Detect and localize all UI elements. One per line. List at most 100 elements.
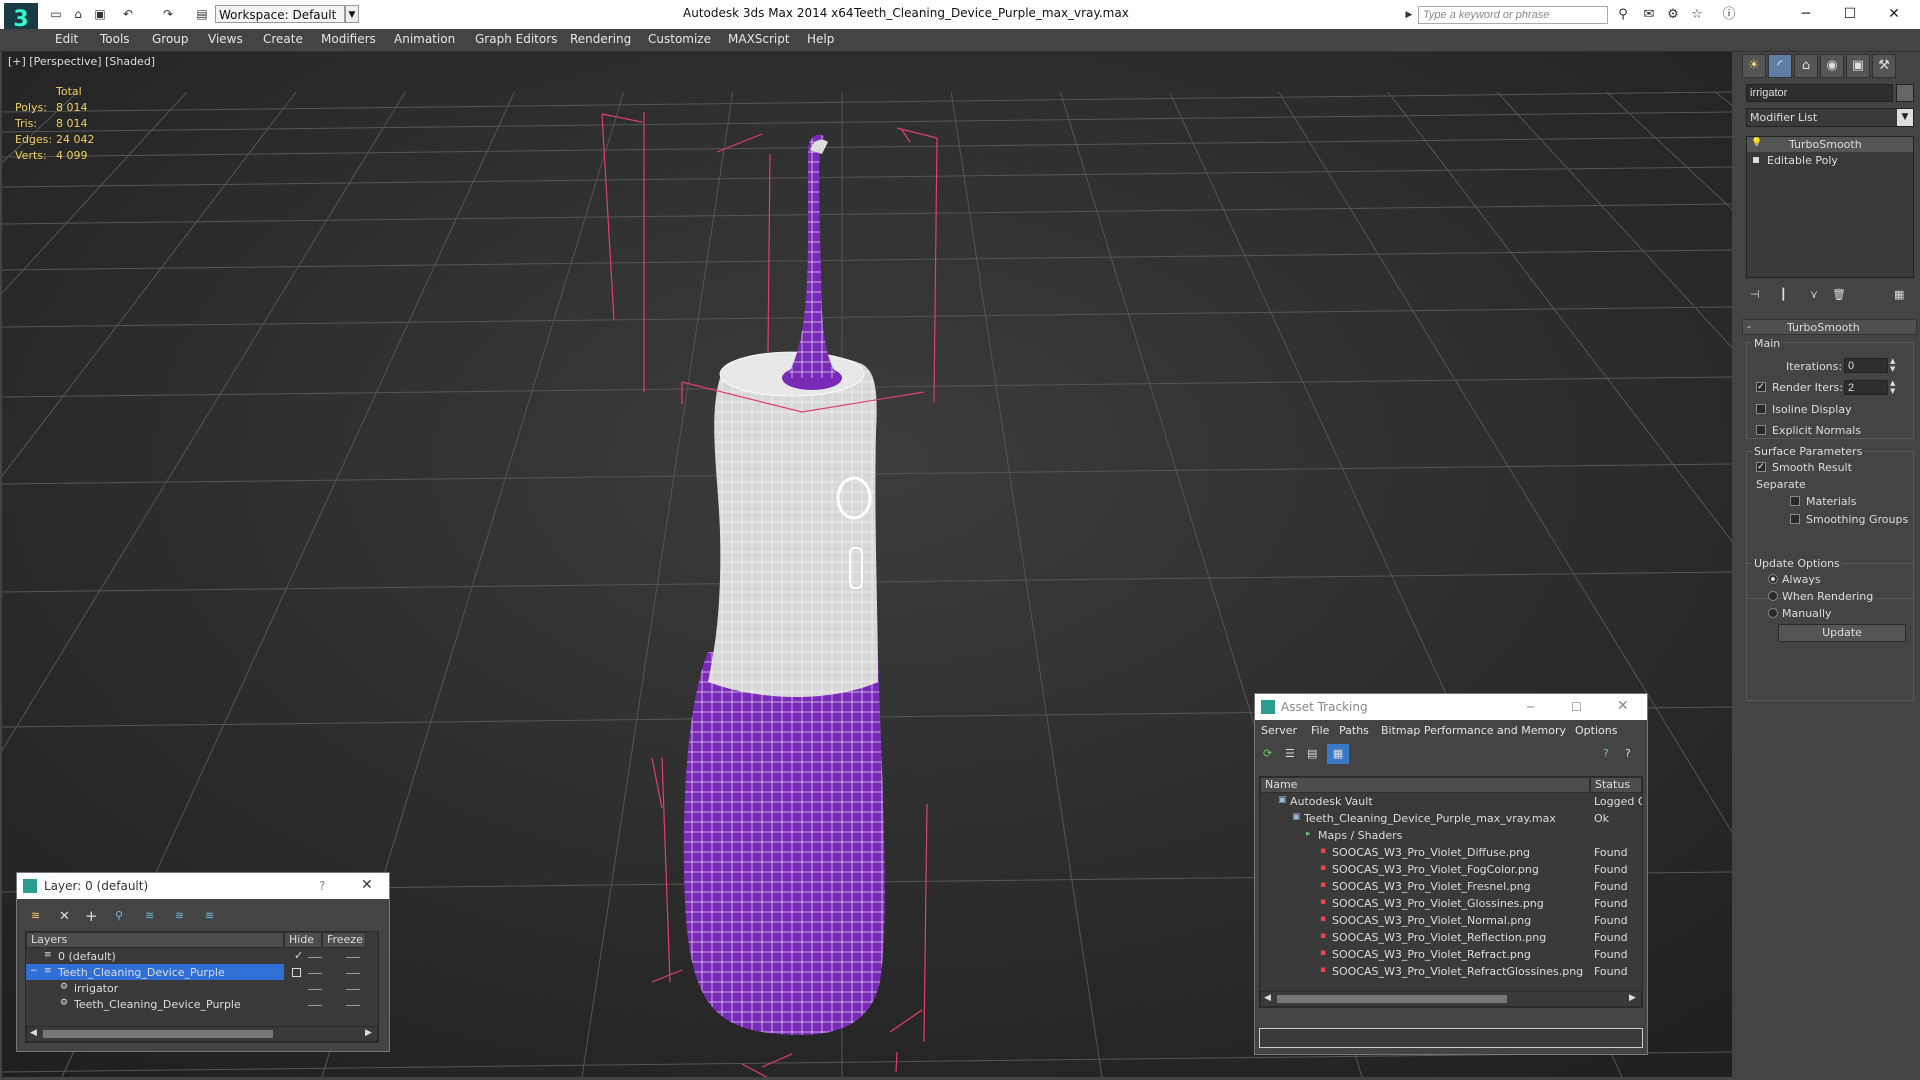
redo-icon[interactable]: ↷ — [160, 6, 176, 22]
scroll-left-icon[interactable]: ◀ — [30, 1028, 37, 1038]
asset-menu-bitmap-performance[interactable]: Bitmap Performance and Memory — [1381, 724, 1566, 737]
always-radio[interactable] — [1768, 574, 1778, 584]
workspace-dropdown[interactable]: Workspace: Default — [215, 5, 345, 23]
save-file-icon[interactable]: ▣ — [92, 6, 108, 22]
menu-customize[interactable]: Customize — [648, 32, 711, 46]
asset-row[interactable]: ▪ SOOCAS_W3_Pro_Violet_Fresnel.png Found — [1260, 878, 1642, 895]
new-file-icon[interactable]: ▭ — [48, 6, 64, 22]
highlight-layer-icon[interactable]: ≋ — [145, 909, 154, 922]
stack-item-label[interactable]: Editable Poly — [1767, 154, 1838, 167]
stack-item-selected[interactable]: 💡 TurboSmooth — [1747, 137, 1913, 152]
menu-create[interactable]: Create — [263, 32, 303, 46]
remove-modifier-icon[interactable]: 🗑 — [1832, 288, 1846, 301]
maximize-icon[interactable]: ☐ — [1571, 700, 1582, 714]
hide-toggle[interactable] — [308, 989, 322, 990]
freeze-all-icon[interactable]: ≋ — [205, 909, 214, 922]
horizontal-scrollbar[interactable]: ◀ ▶ — [26, 1026, 378, 1042]
asset-dialog-titlebar[interactable]: Asset Tracking ─ ☐ ✕ — [1255, 694, 1647, 720]
asset-name[interactable]: Maps / Shaders — [1318, 829, 1402, 842]
menu-graph-editors[interactable]: Graph Editors — [475, 32, 557, 46]
hide-toggle[interactable] — [308, 973, 322, 974]
asset-menu-paths[interactable]: Paths — [1339, 724, 1369, 737]
minimize-icon[interactable]: ─ — [1786, 2, 1826, 26]
horizontal-scrollbar[interactable]: ◀ ▶ — [1260, 991, 1642, 1007]
asset-name[interactable]: SOOCAS_W3_Pro_Violet_Reflection.png — [1332, 931, 1546, 944]
asset-name[interactable]: Teeth_Cleaning_Device_Purple_max_vray.ma… — [1304, 812, 1556, 825]
freeze-toggle[interactable] — [346, 973, 360, 974]
show-end-result-icon[interactable]: ┃ — [1780, 288, 1787, 301]
close-icon[interactable]: ✕ — [361, 877, 373, 893]
scroll-left-icon[interactable]: ◀ — [1264, 993, 1271, 1003]
detail-view-icon[interactable]: ▤ — [1307, 747, 1317, 760]
asset-name[interactable]: SOOCAS_W3_Pro_Violet_FogColor.png — [1332, 863, 1539, 876]
iterations-spinner[interactable] — [1844, 358, 1888, 373]
chevron-down-icon[interactable]: ▼ — [345, 5, 359, 23]
menu-maxscript[interactable]: MAXScript — [728, 32, 790, 46]
layer-row[interactable]: ≡ 0 (default) ✓ — [26, 948, 366, 964]
smoothing-groups-checkbox[interactable] — [1790, 514, 1800, 524]
current-layer-box-icon[interactable] — [292, 968, 301, 977]
asset-name[interactable]: SOOCAS_W3_Pro_Violet_Refract.png — [1332, 948, 1531, 961]
maximize-icon[interactable]: ☐ — [1830, 2, 1870, 26]
hide-all-icon[interactable]: ≋ — [175, 909, 184, 922]
smooth-result-checkbox[interactable]: ✓ — [1756, 462, 1766, 472]
chevron-down-icon[interactable]: ▼ — [1897, 109, 1913, 126]
play-icon[interactable]: ▶ — [1400, 6, 1418, 24]
scrollbar-thumb[interactable] — [43, 1030, 273, 1038]
create-tab-sun-icon[interactable]: ☀ — [1742, 54, 1766, 78]
menu-animation[interactable]: Animation — [394, 32, 455, 46]
favorites-star-icon[interactable]: ☆ — [1688, 6, 1706, 24]
column-header-freeze[interactable]: Freeze — [322, 932, 366, 948]
asset-name[interactable]: SOOCAS_W3_Pro_Violet_Fresnel.png — [1332, 880, 1531, 893]
lightbulb-icon[interactable]: 💡 — [1751, 138, 1762, 148]
project-folder-icon[interactable]: ▤ — [194, 6, 210, 22]
communication-icon[interactable]: ✉ — [1640, 6, 1658, 24]
create-layer-icon[interactable]: ≋ — [31, 909, 40, 922]
turbosmooth-rollout-header[interactable]: - TurboSmooth — [1742, 319, 1917, 335]
vault-help-icon[interactable]: ? — [1603, 747, 1609, 760]
menu-group[interactable]: Group — [152, 32, 189, 46]
isoline-display-checkbox[interactable] — [1756, 404, 1766, 414]
hide-toggle[interactable] — [308, 1005, 322, 1006]
freeze-toggle[interactable] — [346, 1005, 360, 1006]
asset-row[interactable]: ▪ SOOCAS_W3_Pro_Violet_Refract.png Found — [1260, 946, 1642, 963]
open-file-icon[interactable]: ⌂ — [70, 6, 86, 22]
layer-object-row[interactable]: ⚙ Teeth_Cleaning_Device_Purple — [26, 996, 366, 1012]
hide-toggle[interactable] — [308, 957, 322, 958]
asset-row[interactable]: ▪ SOOCAS_W3_Pro_Violet_FogColor.png Found — [1260, 861, 1642, 878]
close-icon[interactable]: ✕ — [1617, 698, 1629, 714]
close-icon[interactable]: ✕ — [1874, 2, 1914, 26]
layer-dialog-titlebar[interactable]: Layer: 0 (default) ? ✕ — [17, 873, 389, 899]
delete-layer-icon[interactable]: ✕ — [59, 909, 70, 924]
options-help-icon[interactable]: ? — [1625, 747, 1631, 760]
asset-name[interactable]: Autodesk Vault — [1290, 795, 1373, 808]
asset-row[interactable]: ▣ Autodesk Vault Logged O — [1260, 793, 1642, 810]
binoculars-icon[interactable]: ⚲ — [1614, 6, 1632, 24]
column-header-hide[interactable]: Hide — [284, 932, 322, 948]
render-iters-checkbox[interactable]: ✓ — [1756, 382, 1766, 392]
update-button[interactable]: Update — [1778, 624, 1906, 642]
stack-item[interactable]: Editable Poly — [1747, 153, 1913, 168]
asset-name[interactable]: SOOCAS_W3_Pro_Violet_RefractGlossines.pn… — [1332, 965, 1583, 978]
asset-row[interactable]: ▪ SOOCAS_W3_Pro_Violet_Diffuse.png Found — [1260, 844, 1642, 861]
materials-checkbox[interactable] — [1790, 496, 1800, 506]
layer-row-selected[interactable]: − ≡ Teeth_Cleaning_Device_Purple — [26, 964, 284, 980]
scrollbar-thumb[interactable] — [1277, 995, 1507, 1003]
search-input[interactable] — [1418, 6, 1608, 24]
asset-name[interactable]: SOOCAS_W3_Pro_Violet_Normal.png — [1332, 914, 1531, 927]
object-name[interactable]: irrigator — [74, 982, 118, 995]
menu-views[interactable]: Views — [208, 32, 243, 46]
when-rendering-radio[interactable] — [1768, 591, 1778, 601]
object-name[interactable]: Teeth_Cleaning_Device_Purple — [74, 998, 241, 1011]
menu-tools[interactable]: Tools — [100, 32, 130, 46]
column-header-name[interactable]: Name — [1260, 777, 1590, 793]
layer-name[interactable]: Teeth_Cleaning_Device_Purple — [58, 966, 225, 979]
minimize-icon[interactable]: ─ — [1527, 700, 1534, 714]
asset-menu-server[interactable]: Server — [1261, 724, 1297, 737]
collapse-icon[interactable]: − — [30, 966, 38, 976]
asset-row[interactable]: ▪ SOOCAS_W3_Pro_Violet_Glossines.png Found — [1260, 895, 1642, 912]
freeze-toggle[interactable] — [346, 989, 360, 990]
undo-icon[interactable]: ↶ — [120, 6, 136, 22]
list-view-icon[interactable]: ☰ — [1285, 747, 1295, 760]
asset-menu-options[interactable]: Options — [1575, 724, 1617, 737]
